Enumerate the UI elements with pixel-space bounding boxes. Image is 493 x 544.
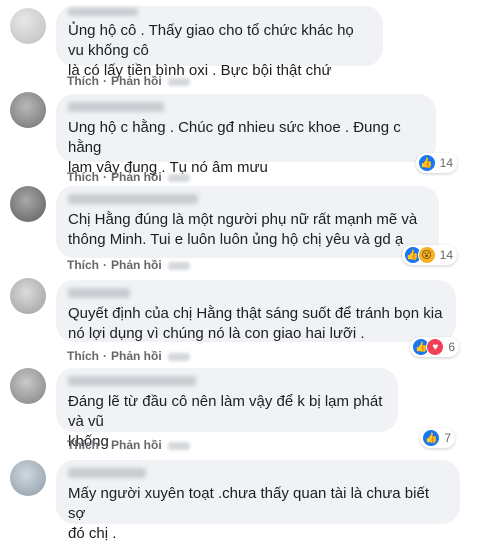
- like-link[interactable]: Thích: [67, 349, 99, 363]
- separator-dot: ·: [103, 349, 107, 363]
- reply-link[interactable]: Phản hồi: [111, 258, 162, 272]
- avatar[interactable]: [10, 92, 46, 128]
- like-link[interactable]: Thích: [67, 74, 99, 88]
- comment-text: Chị Hằng đúng là một người phụ nữ rất mạ…: [68, 211, 418, 248]
- comment-actions: Thích · Phản hồi: [67, 258, 190, 272]
- reply-link[interactable]: Phản hồi: [111, 349, 162, 363]
- like-reaction-icon: 👍: [417, 154, 436, 172]
- comment-bubble: Ủng hộ cô . Thấy giao cho tổ chức khác h…: [56, 6, 383, 79]
- comment-text: Ung hộ c hằng . Chúc gđ nhieu sức khoe .…: [68, 119, 401, 176]
- reaction-summary[interactable]: 👍 ♥ 6: [410, 337, 459, 357]
- comment-author-name[interactable]: [68, 288, 130, 298]
- timestamp[interactable]: [167, 261, 190, 270]
- comment-author-name[interactable]: [68, 194, 198, 204]
- comment-actions: Thích · Phản hồi: [67, 170, 190, 184]
- reply-link[interactable]: Phản hồi: [111, 438, 162, 452]
- reaction-count: 7: [444, 431, 451, 445]
- comment-author-name[interactable]: [68, 468, 146, 478]
- comment-author-name[interactable]: [68, 376, 196, 386]
- comment-text: Mấy người xuyên toạt .chưa thấy quan tài…: [68, 485, 429, 542]
- reaction-summary[interactable]: 👍 😮 14: [401, 245, 457, 265]
- avatar[interactable]: [10, 368, 46, 404]
- comment-bubble: Chị Hằng đúng là một người phụ nữ rất mạ…: [56, 186, 439, 258]
- avatar[interactable]: [10, 278, 46, 314]
- comment-text: Ủng hộ cô . Thấy giao cho tổ chức khác h…: [68, 22, 354, 79]
- reaction-summary[interactable]: 👍 14: [415, 153, 457, 173]
- separator-dot: ·: [103, 74, 107, 88]
- comment-bubble: Đáng lẽ từ đầu cô nên làm vậy để k bị lạ…: [56, 368, 398, 450]
- avatar[interactable]: [10, 8, 46, 44]
- comment-text: Quyết định của chị Hằng thật sáng suốt đ…: [68, 305, 443, 342]
- timestamp[interactable]: [167, 77, 190, 86]
- comment-actions: Thích · Phản hồi: [67, 74, 190, 88]
- like-link[interactable]: Thích: [67, 438, 99, 452]
- comment-actions: Thích · Phản hồi: [67, 349, 190, 363]
- comment-bubble: Mấy người xuyên toạt .chưa thấy quan tài…: [56, 460, 460, 542]
- reply-link[interactable]: Phản hồi: [111, 170, 162, 184]
- comment-bubble: Quyết định của chị Hằng thật sáng suốt đ…: [56, 280, 456, 342]
- reaction-count: 6: [448, 340, 455, 354]
- reaction-count: 14: [439, 248, 453, 262]
- like-reaction-icon: 👍: [422, 429, 441, 447]
- separator-dot: ·: [103, 170, 107, 184]
- comment-author-name[interactable]: [68, 8, 138, 16]
- timestamp[interactable]: [167, 441, 190, 450]
- reaction-count: 14: [439, 156, 453, 170]
- separator-dot: ·: [103, 438, 107, 452]
- like-link[interactable]: Thích: [67, 258, 99, 272]
- reply-link[interactable]: Phản hồi: [111, 74, 162, 88]
- avatar[interactable]: [10, 186, 46, 222]
- separator-dot: ·: [103, 258, 107, 272]
- comment-bubble: Ung hộ c hằng . Chúc gđ nhieu sức khoe .…: [56, 94, 436, 176]
- avatar[interactable]: [10, 460, 46, 496]
- timestamp[interactable]: [167, 173, 190, 182]
- timestamp[interactable]: [167, 352, 190, 361]
- reaction-summary[interactable]: 👍 7: [420, 428, 455, 448]
- comment-actions: Thích · Phản hồi: [67, 438, 190, 452]
- like-link[interactable]: Thích: [67, 170, 99, 184]
- heart-reaction-icon: ♥: [426, 338, 445, 356]
- wow-reaction-icon: 😮: [417, 246, 436, 264]
- comment-author-name[interactable]: [68, 102, 164, 112]
